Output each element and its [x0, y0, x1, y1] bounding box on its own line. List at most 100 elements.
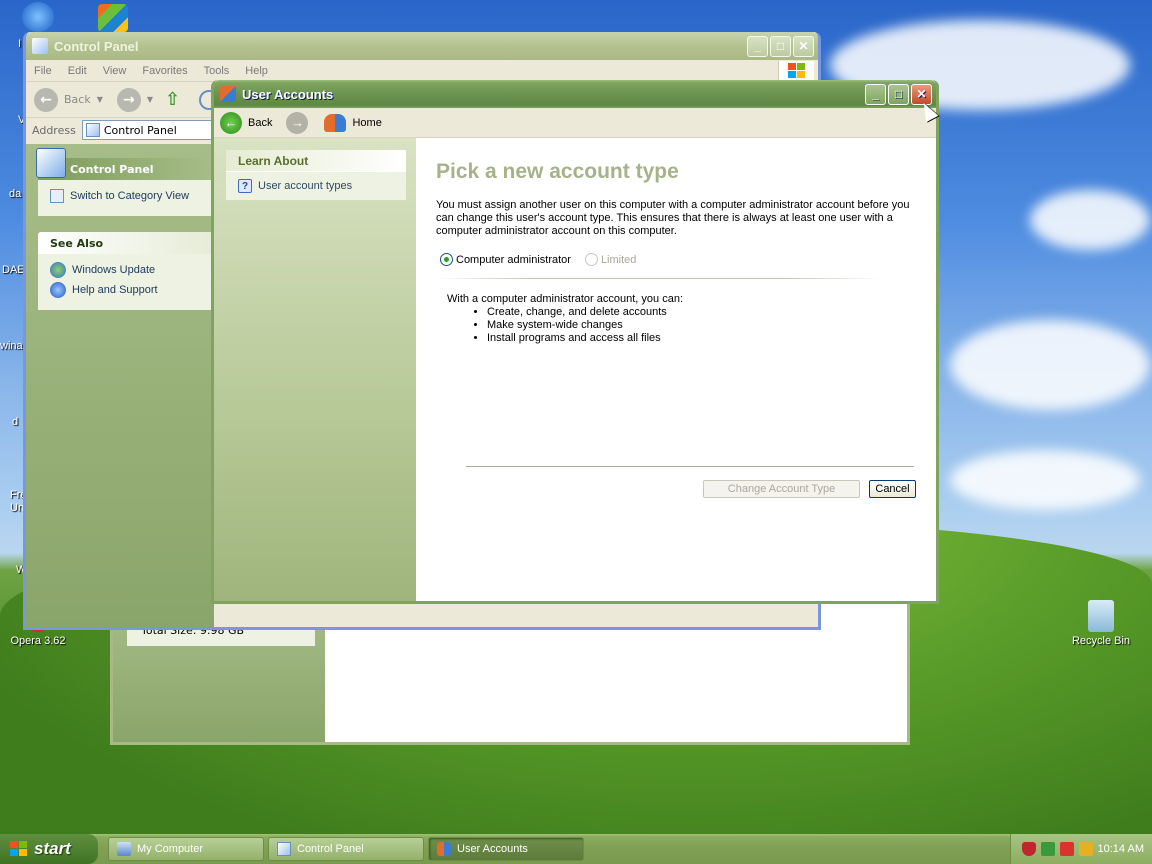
learn-about-box: Learn About ? User account types	[226, 150, 406, 200]
learn-about-header: Learn About	[226, 150, 406, 172]
control-panel-titlebar[interactable]: Control Panel _ □ ✕	[26, 32, 818, 60]
close-button[interactable]: ✕	[793, 35, 814, 57]
learn-about-item[interactable]: ? User account types	[226, 172, 406, 200]
user-accounts-icon	[220, 86, 236, 102]
start-button[interactable]: start	[0, 834, 98, 864]
clock[interactable]: 10:14 AM	[1098, 843, 1144, 855]
task-my-computer[interactable]: My Computer	[108, 837, 264, 861]
task-control-panel[interactable]: Control Panel	[268, 837, 424, 861]
nav-back-label[interactable]: Back	[248, 117, 272, 129]
desktop-icon-label-partial[interactable]: d	[12, 416, 18, 428]
capabilities-list: Create, change, and delete accounts Make…	[487, 306, 916, 345]
antivirus-icon[interactable]	[1059, 842, 1074, 856]
back-dropdown-icon[interactable]: ▼	[97, 95, 103, 104]
capability-item: Make system-wide changes	[487, 319, 916, 332]
control-panel-box: Control Panel Switch to Category View	[36, 148, 214, 216]
start-label: start	[34, 839, 71, 858]
menu-favorites[interactable]: Favorites	[142, 65, 187, 77]
control-panel-menubar: File Edit View Favorites Tools Help	[26, 60, 818, 82]
desktop-icon-label-partial[interactable]: Un	[10, 502, 24, 514]
task-label: My Computer	[137, 843, 204, 855]
windows-update-link[interactable]: Windows Update	[50, 260, 206, 280]
buttons-divider	[466, 466, 914, 467]
capability-item: Create, change, and delete accounts	[487, 306, 916, 319]
back-label[interactable]: Back	[64, 93, 91, 106]
recycle-bin-label: Recycle Bin	[1071, 635, 1131, 647]
forward-arrow-icon[interactable]: →	[286, 111, 309, 134]
control-panel-task-pane: Control Panel Switch to Category View Se…	[26, 144, 214, 627]
desktop-icon-label-partial[interactable]: I	[18, 38, 21, 50]
recycle-bin-icon	[1088, 600, 1114, 632]
security-shield-icon[interactable]	[1021, 842, 1036, 856]
address-label: Address	[32, 123, 76, 137]
help-question-icon: ?	[238, 179, 252, 193]
forward-dropdown-icon[interactable]: ▼	[147, 95, 153, 104]
capabilities-section: With a computer administrator account, y…	[436, 293, 916, 345]
menu-help[interactable]: Help	[245, 65, 268, 77]
windows-logo-icon	[10, 841, 27, 856]
change-account-type-button[interactable]: Change Account Type	[703, 480, 860, 498]
internet-explorer-icon[interactable]	[22, 2, 54, 32]
radio-unchecked-icon	[584, 253, 598, 266]
recycle-bin-desktop-icon[interactable]: Recycle Bin	[1061, 600, 1141, 647]
page-title: Pick a new account type	[436, 160, 679, 183]
help-support-link[interactable]: Help and Support	[50, 280, 206, 300]
minimize-button[interactable]: _	[747, 35, 768, 57]
help-support-label: Help and Support	[72, 284, 158, 296]
switch-view-label: Switch to Category View	[70, 190, 190, 202]
desktop-icon-label-partial[interactable]: wina	[0, 340, 23, 352]
see-also-title: See Also	[50, 236, 104, 250]
task-user-accounts[interactable]: User Accounts	[428, 837, 584, 861]
see-also-box: See Also Windows Update Help and Support	[38, 232, 214, 310]
windows-update-icon	[50, 262, 66, 278]
notification-icon[interactable]	[1078, 842, 1093, 856]
network-icon[interactable]	[1040, 842, 1055, 856]
radio-computer-administrator[interactable]: Computer administrator	[440, 253, 571, 266]
up-folder-icon[interactable]: ⇧	[165, 89, 187, 111]
radio-limited-label: Limited	[600, 253, 637, 266]
radio-admin-label: Computer administrator	[456, 253, 571, 266]
menu-tools[interactable]: Tools	[204, 65, 230, 77]
menu-file[interactable]: File	[34, 65, 52, 77]
windows-flag-icon	[778, 61, 814, 81]
user-accounts-sidebar: Learn About ? User account types	[214, 138, 416, 601]
see-also-header[interactable]: See Also	[38, 232, 214, 254]
taskbar: start My Computer Control Panel User Acc…	[0, 834, 1152, 864]
windows-update-label: Windows Update	[72, 264, 156, 276]
see-also-body: Windows Update Help and Support	[38, 254, 214, 310]
account-type-description: You must assign another user on this com…	[436, 199, 910, 237]
radio-limited[interactable]: Limited	[584, 253, 637, 266]
opera-label: Opera 3.62	[10, 635, 66, 647]
switch-view-icon	[50, 189, 64, 203]
cancel-button[interactable]: Cancel	[869, 480, 916, 498]
my-computer-icon	[117, 842, 131, 856]
system-tray: 10:14 AM	[1010, 834, 1152, 864]
user-accounts-nav: ← Back → Home	[214, 108, 936, 138]
address-field[interactable]: Control Panel	[81, 120, 222, 140]
home-users-icon[interactable]	[324, 113, 347, 132]
back-arrow-icon[interactable]: ←	[220, 111, 242, 134]
minimize-button[interactable]: _	[865, 83, 886, 105]
address-value: Control Panel	[103, 123, 177, 137]
control-panel-icon	[32, 38, 48, 54]
control-panel-box-header[interactable]: Control Panel	[36, 148, 214, 180]
menu-edit[interactable]: Edit	[68, 65, 87, 77]
radio-checked-icon	[440, 253, 453, 266]
user-accounts-window[interactable]: User Accounts _ □ ✕ ← Back → Home Learn …	[211, 80, 939, 604]
user-accounts-titlebar[interactable]: User Accounts _ □ ✕	[214, 80, 936, 108]
msn-icon[interactable]	[98, 4, 128, 32]
maximize-button[interactable]: □	[770, 35, 791, 57]
forward-arrow-icon[interactable]: →	[116, 87, 141, 112]
desktop-icon-label-partial[interactable]: da	[9, 188, 21, 200]
switch-view-link[interactable]: Switch to Category View	[50, 186, 206, 206]
control-panel-small-icon	[85, 123, 100, 137]
control-panel-icon	[277, 842, 291, 856]
nav-home-label[interactable]: Home	[352, 117, 381, 129]
panel-title: Control Panel	[70, 162, 154, 176]
menu-view[interactable]: View	[103, 65, 127, 77]
capability-item: Install programs and access all files	[487, 332, 916, 345]
back-arrow-icon[interactable]: ←	[34, 87, 58, 112]
desktop-icon-label-partial[interactable]: DAE	[2, 264, 25, 276]
maximize-button[interactable]: □	[888, 83, 909, 105]
sky-cloud	[1030, 190, 1150, 250]
